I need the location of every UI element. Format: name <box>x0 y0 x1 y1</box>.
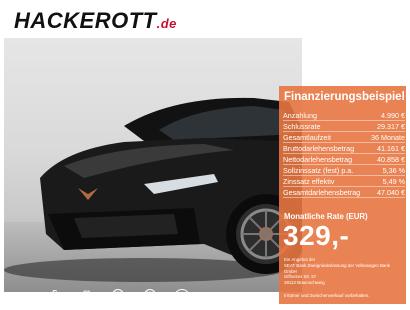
financing-panel: Finanzierungsbeispiel Anzahlung 4.990 € S… <box>279 86 406 304</box>
dealer-logo[interactable]: HACKEROTT.de <box>14 8 177 34</box>
car-photo <box>4 38 302 292</box>
seat-label: SEAT <box>46 298 64 304</box>
ad-frame: HACKEROTT.de Finanzierungsbeispiel Anzah… <box>0 0 410 310</box>
nfz-label: Nutzfahrzeuge <box>135 301 165 305</box>
logo-tld: .de <box>156 16 177 31</box>
row-value: 40.858 € <box>377 154 405 164</box>
vw-logo-icon: W <box>112 289 124 301</box>
cupra-triangle-icon: ▽ <box>83 289 91 298</box>
car-illustration <box>4 97 302 282</box>
xpeng-label: ✕ XPENG <box>206 293 257 302</box>
lotus-label: LOTUS <box>174 295 190 299</box>
row-value: 41.161 € <box>377 143 405 153</box>
finance-row: Sollzinssatz (fest) p.a. 5,36 % <box>283 165 405 176</box>
brand-lotus[interactable]: LOTUS <box>168 289 196 305</box>
brand-seat[interactable]: S SEAT <box>40 289 70 305</box>
xpeng-text: XPENG <box>218 292 257 302</box>
row-label: Nettodarlehensbetrag <box>283 154 353 164</box>
finance-row: Schlussrate 29.317 € <box>283 121 405 132</box>
brand-vw[interactable]: W Volkswagen <box>104 289 132 305</box>
finance-row: Zinssatz effektiv 5,49 % <box>283 176 405 187</box>
brand-cupra[interactable]: ▽ CUPRA <box>70 289 104 305</box>
row-value: 29.317 € <box>377 121 405 131</box>
monthly-rate-value: 329,- <box>283 220 350 251</box>
finance-row: Anzahlung 4.990 € <box>283 110 405 121</box>
row-label: Anzahlung <box>283 110 317 120</box>
skoda-label: SKODA <box>11 294 35 300</box>
row-label: Gesamtdarlehensbetrag <box>283 187 361 197</box>
lender-info: Ein Angebot der SEAT Bank Zweigniederlas… <box>284 257 391 286</box>
brand-bar: SKODA S SEAT ▽ CUPRA W Volkswagen W Nutzfahr… <box>6 288 286 306</box>
vw-nfz-logo-icon: W <box>144 289 156 301</box>
lotus-logo-icon: LOTUS <box>174 289 190 305</box>
row-value: 36 Monate <box>371 132 405 142</box>
financing-rows: Anzahlung 4.990 € Schlussrate 29.317 € Ges… <box>283 110 405 198</box>
brand-vw-nutzfahrzeuge[interactable]: W Nutzfahrzeuge <box>132 289 168 305</box>
finance-row: Bruttodarlehensbetrag 41.161 € <box>283 143 405 154</box>
header: HACKEROTT.de <box>0 0 410 38</box>
row-label: Bruttodarlehensbetrag <box>283 143 355 153</box>
row-label: Gesamtlaufzeit <box>283 132 331 142</box>
row-label: Zinssatz effektiv <box>283 176 335 186</box>
disclaimer-note: Irrtümer und Zwischenverkauf vorbehalten… <box>284 293 370 298</box>
row-value: 5,36 % <box>382 165 405 175</box>
cupra-label: CUPRA <box>75 298 99 304</box>
finance-row: Nettodarlehensbetrag 40.858 € <box>283 154 405 165</box>
row-value: 5,49 % <box>382 176 405 186</box>
brand-xpeng[interactable]: ✕ XPENG <box>196 293 266 302</box>
finance-row: Gesamtlaufzeit 36 Monate <box>283 132 405 143</box>
xpeng-x-icon: ✕ <box>205 292 215 302</box>
finance-row: Gesamtdarlehensbetrag 47.040 € <box>283 187 405 198</box>
row-label: Schlussrate <box>283 121 321 131</box>
row-label: Sollzinssatz (fest) p.a. <box>283 165 354 175</box>
panel-title: Finanzierungsbeispiel <box>284 91 405 103</box>
seat-s-icon: S <box>52 289 58 298</box>
row-value: 47.040 € <box>377 187 405 197</box>
logo-text: HACKEROTT <box>14 8 157 33</box>
row-value: 4.990 € <box>381 110 405 120</box>
vw-label: Volkswagen <box>106 301 130 305</box>
brand-skoda[interactable]: SKODA <box>6 294 40 300</box>
